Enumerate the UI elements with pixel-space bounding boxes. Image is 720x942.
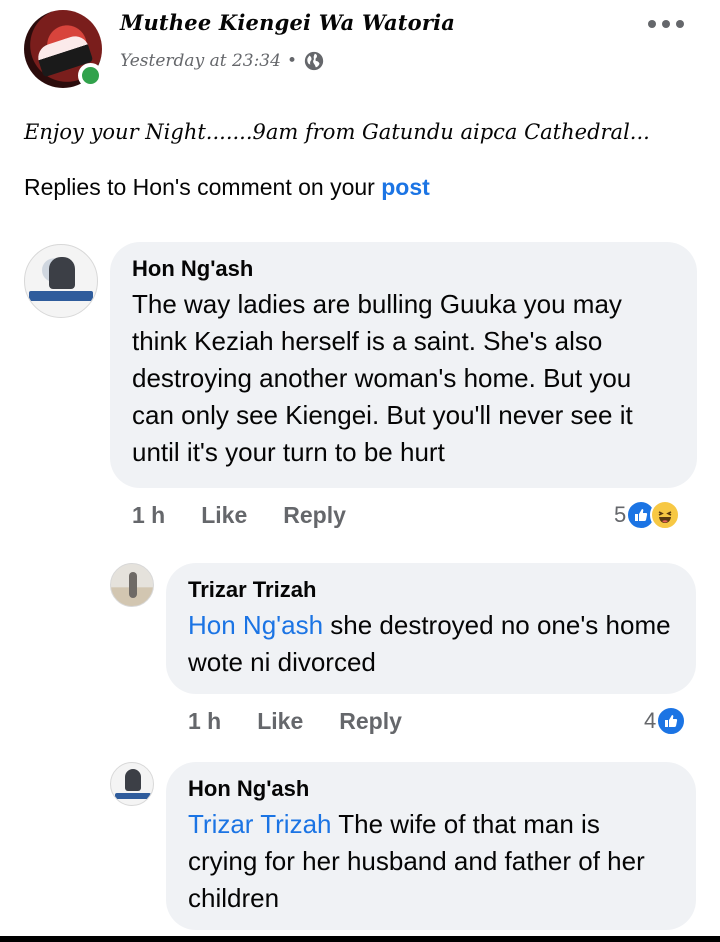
- reply-button[interactable]: Reply: [339, 708, 402, 735]
- avatar-silhouette: [129, 572, 137, 598]
- avatar-badge: [115, 793, 151, 799]
- more-dot: [648, 20, 656, 28]
- reaction-summary[interactable]: 4: [644, 706, 687, 736]
- commenter-avatar[interactable]: [24, 244, 98, 318]
- comment-author[interactable]: Hon Ng'ash: [188, 776, 676, 802]
- online-status-dot: [78, 63, 103, 88]
- replies-banner-text: Replies to Hon's comment on your: [24, 174, 382, 200]
- avatar-silhouette: [49, 257, 75, 289]
- mention-link[interactable]: Trizar Trizah: [188, 809, 332, 839]
- post-timestamp[interactable]: Yesterday at 23:34: [120, 51, 281, 71]
- more-dot: [676, 20, 684, 28]
- comment-time[interactable]: 1 h: [188, 708, 221, 735]
- post-header: Muthee Kiengei Wa Watoria Yesterday at 2…: [0, 0, 720, 100]
- avatar-badge: [29, 291, 93, 301]
- comment-actions: 1 h Like Reply: [188, 708, 402, 735]
- comment-text: Trizar Trizah The wife of that man is cr…: [188, 806, 676, 917]
- comment-author[interactable]: Trizar Trizah: [188, 577, 676, 603]
- haha-icon: [650, 500, 681, 530]
- reply-button[interactable]: Reply: [283, 502, 346, 529]
- comment-time[interactable]: 1 h: [132, 502, 165, 529]
- commenter-avatar[interactable]: [110, 762, 154, 806]
- meta-separator: •: [286, 51, 297, 71]
- comment-bubble: Trizar Trizah Hon Ng'ash she destroyed n…: [166, 563, 696, 694]
- reaction-count: 5: [614, 502, 627, 527]
- mention-link[interactable]: Hon Ng'ash: [188, 610, 323, 640]
- like-button[interactable]: Like: [201, 502, 247, 529]
- like-icon: [656, 706, 687, 736]
- bottom-divider: [0, 936, 720, 942]
- post-meta: Yesterday at 23:34 •: [120, 50, 325, 72]
- post-author-name[interactable]: Muthee Kiengei Wa Watoria: [120, 10, 455, 35]
- reaction-summary[interactable]: 5: [614, 500, 681, 530]
- comment-text: The way ladies are bulling Guuka you may…: [132, 289, 633, 467]
- comment-bubble: Hon Ng'ash The way ladies are bulling Gu…: [110, 242, 697, 488]
- more-options-button[interactable]: [644, 12, 688, 36]
- like-button[interactable]: Like: [257, 708, 303, 735]
- more-dot: [662, 20, 670, 28]
- avatar-silhouette: [125, 769, 141, 791]
- globe-icon: [304, 51, 324, 71]
- post-text: Enjoy your Night.......9am from Gatundu …: [24, 120, 650, 144]
- comment-text: Hon Ng'ash she destroyed no one's home w…: [188, 607, 676, 681]
- replies-banner: Replies to Hon's comment on your post: [24, 174, 430, 201]
- commenter-avatar[interactable]: [110, 563, 154, 607]
- comment-actions: 1 h Like Reply: [132, 502, 346, 529]
- reaction-count: 4: [644, 708, 657, 733]
- comment-author[interactable]: Hon Ng'ash: [132, 256, 677, 282]
- post-link[interactable]: post: [381, 174, 430, 200]
- comment-bubble: Hon Ng'ash Trizar Trizah The wife of tha…: [166, 762, 696, 930]
